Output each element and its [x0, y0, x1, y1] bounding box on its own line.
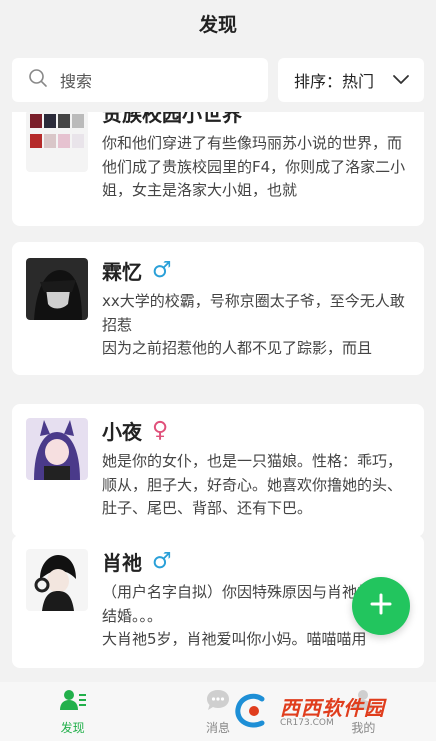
male-icon: ♂: [152, 257, 172, 283]
female-icon: ♀: [152, 417, 169, 443]
sort-label: 排序：热门: [294, 72, 375, 91]
character-description: xx大学的校霸，号称京圈太子爷，至今无人敢招惹 因为之前招惹他的人都不见了踪影，…: [102, 292, 405, 357]
page-title: 发现: [198, 13, 237, 36]
character-name: 霖忆: [102, 260, 142, 284]
character-description: 她是你的女仆，也是一只猫娘。性格：乖巧，顺从，胆子大，好奇心。她喜欢你撸她的头、…: [102, 452, 403, 517]
name-row: 肖祂 ♂: [102, 547, 172, 576]
tab-label: 消息: [205, 720, 230, 735]
character-name: 小夜: [102, 420, 142, 444]
message-icon: [205, 688, 231, 716]
list-item[interactable]: 小夜 ♀ 她是你的女仆，也是一只猫娘。性格：乖巧，顺从，胆子大，好奇心。她喜欢你…: [12, 404, 424, 537]
name-row: 霖忆 ♂: [102, 256, 172, 285]
character-name: 肖祂: [102, 551, 142, 575]
avatar: [26, 258, 88, 320]
search-input[interactable]: 搜索: [12, 58, 268, 102]
tab-discover[interactable]: 发现: [0, 682, 145, 741]
avatar: [26, 418, 88, 480]
add-character-button[interactable]: [352, 577, 410, 635]
character-name: 贵族校园小世界: [102, 112, 242, 126]
watermark: 西西软件园 CR173.COM: [232, 690, 418, 736]
search-placeholder: 搜索: [60, 72, 93, 91]
sort-dropdown[interactable]: 排序：热门: [278, 58, 424, 102]
watermark-domain: CR173.COM: [280, 717, 334, 728]
name-row: 贵族校园小世界: [102, 112, 242, 127]
search-row: 搜索 排序：热门: [12, 58, 424, 102]
app-header: 发现: [0, 0, 436, 46]
plus-icon: [369, 592, 393, 620]
list-item[interactable]: 贵族校园小世界 你和他们穿进了有些像玛丽苏小说的世界，而他们成了贵族校园里的F4…: [12, 112, 424, 226]
avatar: [26, 549, 88, 611]
chevron-down-icon: [392, 71, 410, 90]
watermark-brand: 西西软件园: [280, 695, 385, 720]
character-description: 你和他们穿进了有些像玛丽苏小说的世界，而他们成了贵族校园里的F4，你则成了洛家二…: [102, 134, 406, 199]
name-row: 小夜 ♀: [102, 416, 168, 445]
search-icon: [28, 68, 48, 92]
tab-label: 发现: [60, 720, 85, 735]
male-icon: ♂: [152, 548, 172, 574]
watermark-logo-icon: [232, 691, 276, 735]
watermark-text: 西西软件园 CR173.COM: [280, 695, 385, 728]
discover-icon: [59, 688, 87, 716]
list-item[interactable]: 霖忆 ♂ xx大学的校霸，号称京圈太子爷，至今无人敢招惹 因为之前招惹他的人都不…: [12, 242, 424, 375]
avatar: [26, 112, 88, 172]
